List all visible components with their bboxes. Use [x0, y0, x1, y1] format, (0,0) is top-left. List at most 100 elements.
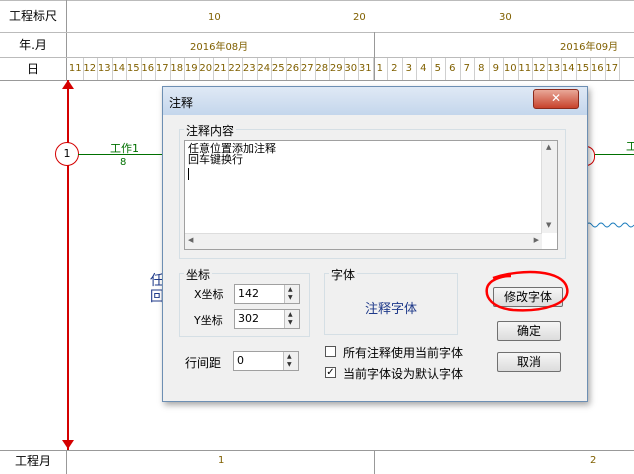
day-cell: 21: [213, 63, 227, 74]
vertical-scrollbar[interactable]: ▲ ▼: [541, 141, 557, 233]
month-aug: 2016年08月: [190, 42, 249, 53]
day-cell: 27: [300, 63, 314, 74]
scroll-up-icon[interactable]: ▲: [546, 143, 551, 151]
horizontal-scrollbar[interactable]: ◀ ▶: [185, 233, 542, 249]
day-cell: 25: [271, 63, 285, 74]
footer-divider: [66, 450, 67, 474]
close-button[interactable]: ✕: [533, 89, 579, 109]
arrow-up-icon: [62, 80, 74, 89]
node-1[interactable]: 1: [55, 142, 79, 166]
day-cell: 22: [228, 63, 242, 74]
footer-label: 工程月: [14, 454, 51, 468]
day-cell: 12: [532, 63, 546, 74]
content-group-title: 注释内容: [184, 122, 237, 139]
day-cell: 7: [463, 63, 470, 74]
scroll-down-icon[interactable]: ▼: [546, 221, 551, 229]
day-cell: 16: [590, 63, 604, 74]
day-cell: 1: [376, 63, 383, 74]
annotation-line-2: 回车键换行: [188, 153, 243, 166]
all-annotations-checkbox[interactable]: [325, 346, 336, 357]
spin-down-icon[interactable]: ▼: [287, 362, 292, 368]
day-cell: 12: [83, 63, 97, 74]
ruler-row-label: 工程标尺: [8, 9, 57, 23]
row-divider-1: [0, 32, 634, 33]
day-cell: 6: [449, 63, 456, 74]
day-cell: 20: [199, 63, 213, 74]
header-border: [0, 0, 634, 1]
cancel-button[interactable]: 取消: [497, 352, 561, 372]
day-cell: 17: [155, 63, 169, 74]
red-highlight-circle: [485, 270, 569, 312]
all-annotations-label[interactable]: 所有注释使用当前字体: [343, 344, 463, 361]
dialog-title: 注释: [169, 96, 194, 110]
day-cell: 14: [112, 63, 126, 74]
wavy-line: [586, 222, 634, 228]
spin-up-icon[interactable]: ▲: [288, 312, 293, 318]
footer-border: [0, 450, 634, 451]
day-cell: 15: [576, 63, 590, 74]
day-cell: 3: [405, 63, 412, 74]
day-cell: 18: [170, 63, 184, 74]
footer-month-1: 1: [218, 455, 225, 466]
day-cell: 26: [286, 63, 300, 74]
day-divider: [619, 58, 620, 80]
spin-up-icon[interactable]: ▲: [288, 287, 293, 293]
month-row-label: 年.月: [19, 38, 47, 52]
y-spinbox[interactable]: 302 ▲ ▼: [234, 309, 300, 329]
task-name[interactable]: 工作1: [110, 140, 139, 156]
day-cell: 5: [434, 63, 441, 74]
day-row-label: 日: [26, 62, 39, 76]
default-font-label[interactable]: 当前字体设为默认字体: [343, 365, 463, 382]
day-cell: 24: [257, 63, 271, 74]
x-value: 142: [238, 287, 259, 300]
day-cell: 13: [97, 63, 111, 74]
day-cell: 28: [315, 63, 329, 74]
annotation-textarea[interactable]: 任意位置添加注释 回车键换行 ▲ ▼ ◀ ▶: [184, 140, 558, 250]
cut-off-title: [438, 0, 442, 8]
day-cell: 11: [518, 63, 532, 74]
vertical-red-line: [67, 80, 69, 450]
x-spinbox[interactable]: 142 ▲ ▼: [234, 284, 300, 304]
day-cell: 2: [391, 63, 398, 74]
font-sample: 注释字体: [364, 302, 417, 317]
coordinate-group-title: 坐标: [184, 266, 213, 283]
coordinate-group: 坐标 X坐标 142 ▲ ▼ Y坐标 302 ▲ ▼: [179, 266, 310, 337]
line-spacing-spinbox[interactable]: 0 ▲ ▼: [233, 351, 299, 371]
task-arrow-line-2: [595, 154, 634, 155]
day-cell: 10: [503, 63, 517, 74]
scroll-right-icon[interactable]: ▶: [534, 236, 539, 244]
scroll-left-icon[interactable]: ◀: [188, 236, 193, 244]
footer-month-2: 2: [590, 455, 597, 466]
y-value: 302: [238, 312, 259, 325]
content-group: 注释内容 任意位置添加注释 回车键换行 ▲ ▼ ◀ ▶: [179, 122, 566, 259]
spin-up-icon[interactable]: ▲: [287, 354, 292, 360]
day-cell: 29: [329, 63, 343, 74]
x-spin-arrows[interactable]: ▲ ▼: [284, 285, 299, 303]
annotation-dialog: 注释 ✕ 注释内容 任意位置添加注释 回车键换行 ▲ ▼ ◀ ▶ 坐标 X坐标 …: [162, 86, 588, 402]
dialog-titlebar[interactable]: 注释 ✕: [163, 87, 587, 115]
footer-month-divider: [374, 450, 375, 474]
day-cell: 9: [492, 63, 499, 74]
label-divider: [66, 0, 67, 80]
day-cell: 14: [561, 63, 575, 74]
spin-down-icon[interactable]: ▼: [288, 320, 293, 326]
close-icon: ✕: [550, 91, 562, 105]
spin-down-icon[interactable]: ▼: [288, 295, 293, 301]
checkmark-icon: ✓: [326, 367, 335, 378]
default-font-checkbox[interactable]: ✓: [325, 367, 336, 378]
day-cell: 19: [184, 63, 198, 74]
day-cell: 16: [141, 63, 155, 74]
line-spacing-arrows[interactable]: ▲ ▼: [283, 352, 298, 370]
y-spin-arrows[interactable]: ▲ ▼: [284, 310, 299, 328]
day-cell: 11: [68, 63, 82, 74]
day-cell: 4: [420, 63, 427, 74]
month-sep: 2016年09月: [560, 42, 619, 53]
day-cell: 15: [126, 63, 140, 74]
ruler-mark-30: 30: [499, 12, 512, 23]
ruler-mark-10: 10: [208, 12, 221, 23]
ok-button[interactable]: 确定: [497, 321, 561, 341]
day-cell: 31: [358, 63, 372, 74]
text-cursor: [188, 168, 189, 180]
y-label: Y坐标: [194, 314, 223, 327]
font-group-title: 字体: [329, 266, 358, 283]
